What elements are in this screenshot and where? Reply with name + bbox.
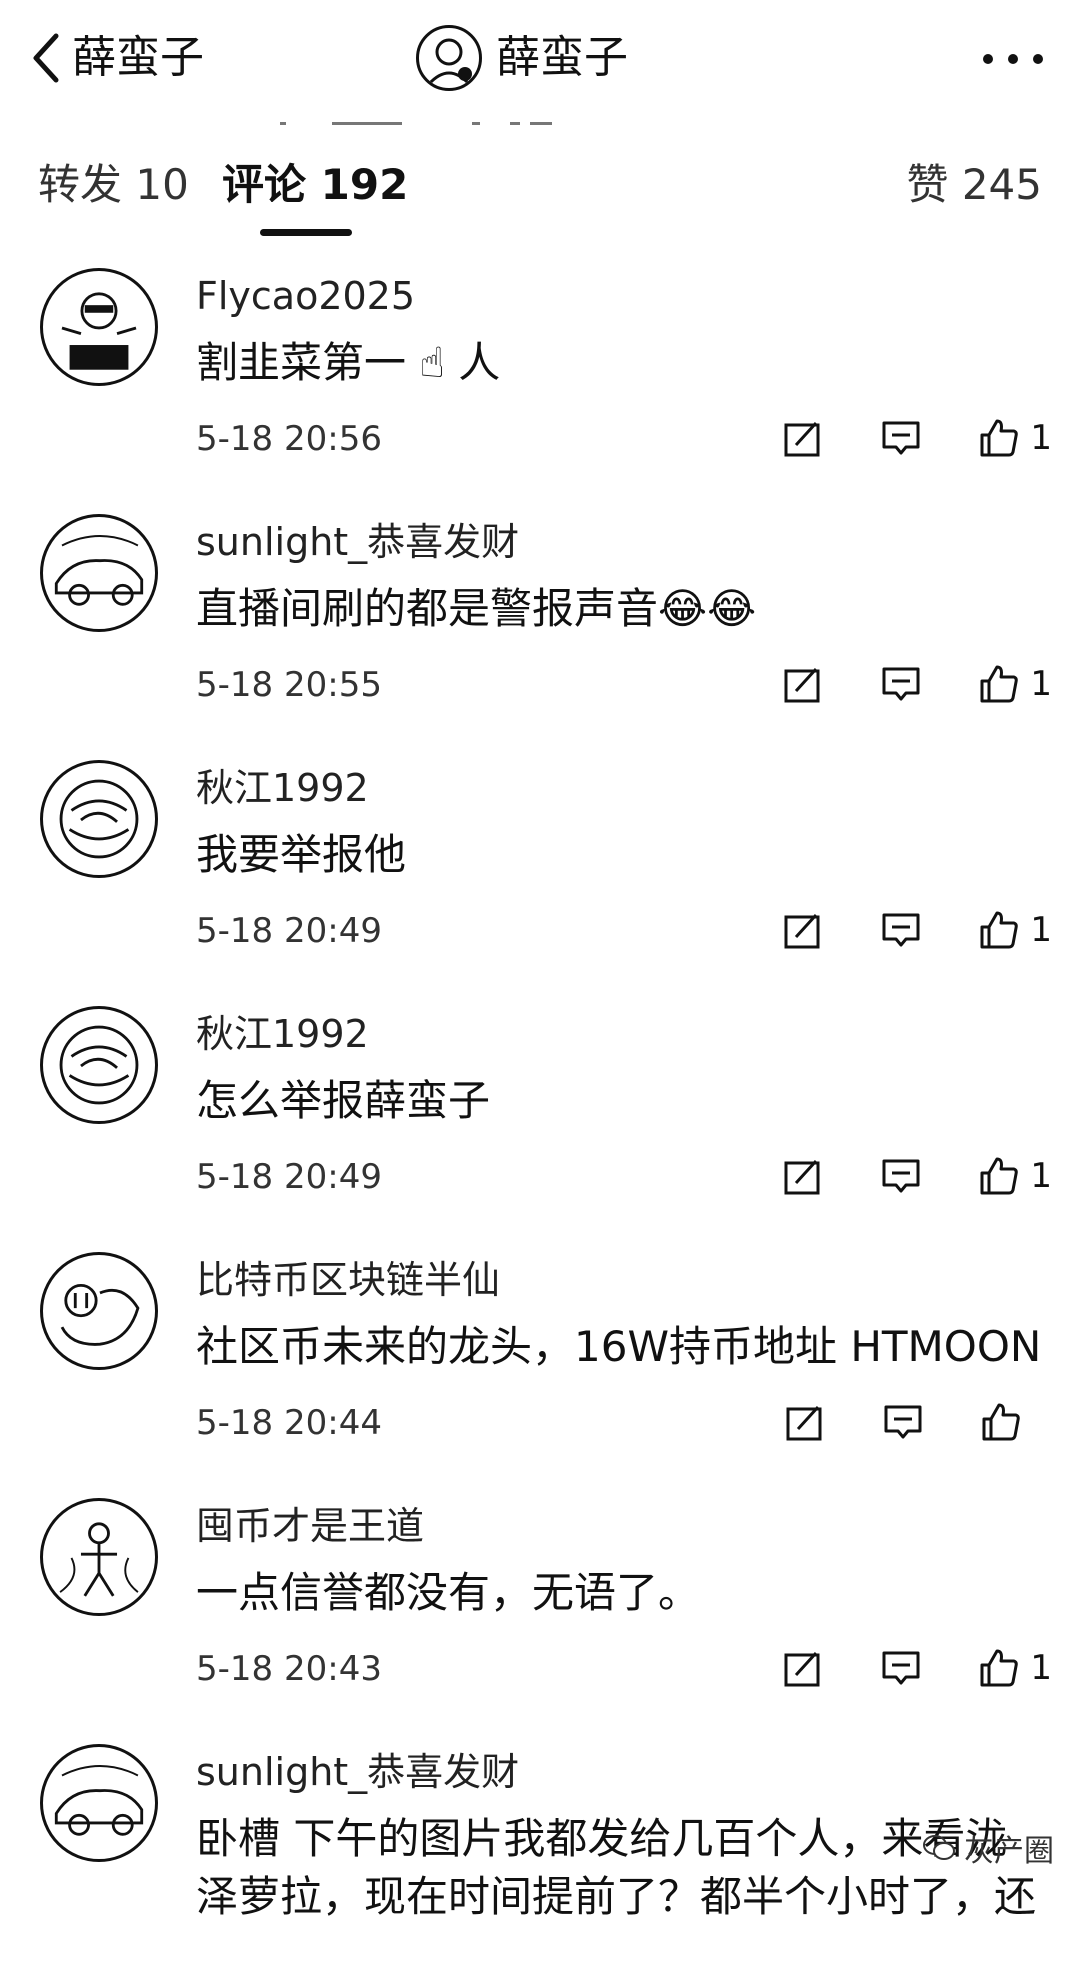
tab-likes[interactable]: 赞 245 xyxy=(906,150,1042,220)
watermark-text: 灰产圈 xyxy=(964,1834,1054,1869)
avatar[interactable] xyxy=(40,1006,158,1124)
like-count: 1 xyxy=(1030,910,1052,950)
comment-item: Flycao2025 割韭菜第一 ☝ 人 5-18 20:56 1 xyxy=(0,250,1080,496)
comment-item: 囤币才是王道 一点信誉都没有，无语了。 5-18 20:43 1 xyxy=(0,1480,1080,1726)
comment-icon[interactable] xyxy=(880,909,922,951)
comment-text: 我要举报他 xyxy=(196,830,407,879)
like-count: 1 xyxy=(1030,1156,1052,1196)
tab-bar: 转发 10 评论 192 赞 245 xyxy=(0,150,1080,240)
top-bar: 薛蛮子 薛蛮子 xyxy=(0,0,1080,118)
repost-icon[interactable] xyxy=(782,663,824,705)
avatar[interactable] xyxy=(40,1498,158,1616)
comment-item: 秋江1992 怎么举报薛蛮子 5-18 20:49 1 xyxy=(0,988,1080,1234)
comment-text: 社区币未来的龙头，16W持币地址 HTMOON xyxy=(196,1322,1042,1371)
comment-item: sunlight_恭喜发财 直播间刷的都是警报声音😂😂 5-18 20:55 1 xyxy=(0,496,1080,742)
comment-text: 一点信誉都没有，无语了。 xyxy=(196,1568,701,1617)
comment-item: 比特币区块链半仙 社区币未来的龙头，16W持币地址 HTMOON 5-18 20… xyxy=(0,1234,1080,1480)
comment-actions: 1 xyxy=(782,412,1052,464)
comment-time: 5-18 20:43 xyxy=(196,1649,382,1689)
avatar[interactable] xyxy=(40,1252,158,1370)
comment-time: 5-18 20:44 xyxy=(196,1403,382,1443)
comment-actions: 1 xyxy=(782,1150,1052,1202)
comment-username[interactable]: 比特币区块链半仙 xyxy=(196,1256,500,1304)
comment-time: 5-18 20:55 xyxy=(196,665,382,705)
comment-text: 直播间刷的都是警报声音😂😂 xyxy=(196,584,757,633)
avatar[interactable] xyxy=(40,760,158,878)
comment-text: 卧槽 下午的图片我都发给几百个人，来看泷泽萝拉，现在时间提前了？都半个小时了，还 xyxy=(196,1814,1037,1921)
comment-actions: 1 xyxy=(782,658,1052,710)
profile-header[interactable]: 薛蛮子 xyxy=(416,22,628,94)
comment-username[interactable]: 秋江1992 xyxy=(196,764,369,812)
comment-icon[interactable] xyxy=(880,663,922,705)
avatar[interactable] xyxy=(40,268,158,386)
chevron-left-icon[interactable] xyxy=(28,30,64,86)
active-tab-indicator xyxy=(260,229,352,236)
more-dots-icon[interactable] xyxy=(980,44,1046,74)
comment-icon[interactable] xyxy=(880,1647,922,1689)
comment-time: 5-18 20:49 xyxy=(196,1157,382,1197)
avatar[interactable] xyxy=(40,514,158,632)
like-count: 1 xyxy=(1030,1648,1052,1688)
comment-username[interactable]: 囤币才是王道 xyxy=(196,1502,424,1550)
repost-icon[interactable] xyxy=(784,1401,826,1443)
repost-icon[interactable] xyxy=(782,909,824,951)
watermark: 灰产圈 xyxy=(922,1826,1054,1870)
comment-time: 5-18 20:56 xyxy=(196,419,382,459)
like-count: 1 xyxy=(1030,418,1052,458)
thumbs-up-icon[interactable] xyxy=(978,1647,1020,1689)
comment-icon[interactable] xyxy=(880,1155,922,1197)
comment-text: 怎么举报薛蛮子 xyxy=(196,1076,491,1125)
repost-icon[interactable] xyxy=(782,1155,824,1197)
avatar[interactable] xyxy=(416,25,482,91)
comment-actions: 1 xyxy=(782,1642,1052,1694)
thumbs-up-icon[interactable] xyxy=(978,909,1020,951)
repost-icon[interactable] xyxy=(782,417,824,459)
comment-username[interactable]: sunlight_恭喜发财 xyxy=(196,518,519,566)
comment-icon[interactable] xyxy=(880,417,922,459)
wechat-logo-icon xyxy=(923,1835,955,1860)
tab-comments[interactable]: 评论 192 xyxy=(222,150,408,220)
thumbs-up-icon[interactable] xyxy=(978,1155,1020,1197)
comment-actions xyxy=(784,1396,1052,1448)
tab-repost[interactable]: 转发 10 xyxy=(38,150,189,220)
comment-username[interactable]: 秋江1992 xyxy=(196,1010,369,1058)
comment-username[interactable]: Flycao2025 xyxy=(196,272,415,320)
thumbs-up-icon[interactable] xyxy=(978,663,1020,705)
repost-icon[interactable] xyxy=(782,1647,824,1689)
comment-text: 割韭菜第一 ☝ 人 xyxy=(196,338,501,387)
back-label[interactable]: 薛蛮子 xyxy=(72,28,204,88)
comment-actions: 1 xyxy=(782,904,1052,956)
thumbs-up-icon[interactable] xyxy=(978,417,1020,459)
divider xyxy=(280,122,552,125)
avatar[interactable] xyxy=(40,1744,158,1862)
comment-item: sunlight_恭喜发财 卧槽 下午的图片我都发给几百个人，来看泷泽萝拉，现在… xyxy=(0,1726,1080,1972)
comment-time: 5-18 20:49 xyxy=(196,911,382,951)
comment-icon[interactable] xyxy=(882,1401,924,1443)
page-title: 薛蛮子 xyxy=(496,32,628,83)
comment-username[interactable]: sunlight_恭喜发财 xyxy=(196,1748,519,1796)
thumbs-up-icon[interactable] xyxy=(980,1401,1022,1443)
like-count: 1 xyxy=(1030,664,1052,704)
comment-list: Flycao2025 割韭菜第一 ☝ 人 5-18 20:56 1 sunlig… xyxy=(0,250,1080,1972)
comment-item: 秋江1992 我要举报他 5-18 20:49 1 xyxy=(0,742,1080,988)
